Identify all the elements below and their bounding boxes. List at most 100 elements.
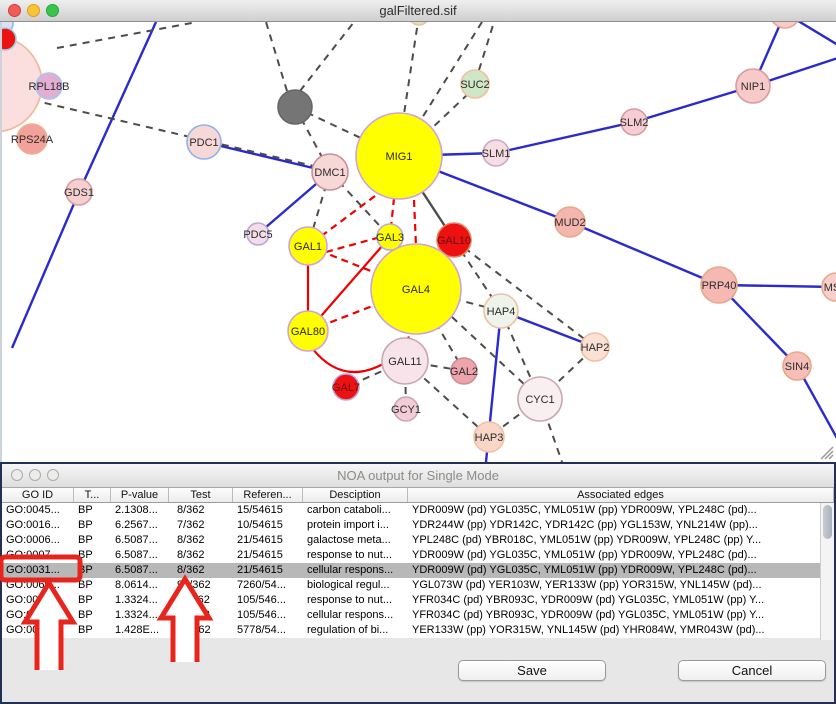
- node-label: GAL80: [291, 326, 325, 338]
- node-label: GAL3: [376, 232, 404, 244]
- column-header-test[interactable]: Test: [169, 488, 233, 502]
- column-header-description[interactable]: Desciption: [303, 488, 408, 502]
- table-row[interactable]: GO:0006...BP6.5087...8/36221/54615galact…: [2, 533, 820, 548]
- cell-description: response to nut...: [303, 548, 408, 563]
- node-unlabeled[interactable]: [2, 28, 16, 50]
- edge-pd[interactable]: [266, 22, 287, 91]
- edge-pp[interactable]: [12, 192, 79, 348]
- node-label: DMC1: [314, 167, 345, 179]
- cell-go-id: GO:0031...: [2, 608, 74, 623]
- cell-associated-edges: YGL073W (pd) YER103W, YER133W (pp) YOR31…: [408, 578, 820, 593]
- node-label: GDS1: [64, 187, 94, 199]
- node-label: PDC5: [243, 229, 272, 241]
- node-label: MUD2: [554, 217, 585, 229]
- cell-associated-edges: YDR009W (pd) YGL035C, YML051W (pp) YDR00…: [408, 503, 820, 518]
- edge-pd[interactable]: [57, 22, 197, 48]
- cell-reference: 10/54615: [233, 518, 303, 533]
- cell-associated-edges: YDR009W (pd) YGL035C, YML051W (pp) YDR00…: [408, 548, 820, 563]
- cell-test: 11/362: [169, 593, 233, 608]
- cell-associated-edges: YFR034C (pd) YBR093C, YDR009W (pd) YGL03…: [408, 593, 820, 608]
- cell-p-value: 1.3324...: [111, 608, 169, 623]
- edge-pd[interactable]: [300, 22, 354, 91]
- edge-pd[interactable]: [479, 22, 494, 70]
- edge-pd[interactable]: [32, 100, 314, 166]
- table-row[interactable]: GO:0031...BP1.3324...11/362105/546...cel…: [2, 608, 820, 623]
- cancel-button[interactable]: Cancel: [678, 660, 826, 681]
- cell-reference: 5778/54...: [233, 623, 303, 638]
- node-label: MSN: [824, 282, 836, 294]
- cell-description: cellular respons...: [303, 563, 408, 578]
- noa-titlebar[interactable]: NOA output for Single Mode: [2, 464, 834, 488]
- network-graph: RPL18BRPS24AGDS1PDC1DMC1MIG1SUC2SLM1SLM2…: [2, 22, 836, 462]
- node-unlabeled[interactable]: [278, 90, 312, 124]
- node-label: GAL10: [437, 235, 471, 247]
- cell-description: response to nut...: [303, 593, 408, 608]
- edge-pd[interactable]: [404, 22, 419, 114]
- edge-pp[interactable]: [634, 86, 753, 122]
- cell-go-id: GO:0031...: [2, 593, 74, 608]
- table-row[interactable]: GO:0031...BP6.5087...8/36221/54615cellul…: [2, 563, 820, 578]
- node-label: RPS24A: [11, 134, 54, 146]
- edge-red[interactable]: [312, 348, 383, 372]
- network-canvas[interactable]: RPL18BRPS24AGDS1PDC1DMC1MIG1SUC2SLM1SLM2…: [0, 22, 836, 462]
- table-row[interactable]: GO:0045...BP2.1308...8/36215/54615carbon…: [2, 503, 820, 518]
- node-label: GAL4: [402, 284, 430, 296]
- edge-red-dash[interactable]: [326, 238, 377, 252]
- node-unlabeled[interactable]: [409, 22, 429, 25]
- edge-pp[interactable]: [570, 222, 719, 285]
- cell-description: galactose meta...: [303, 533, 408, 548]
- cell-description: cellular respons...: [303, 608, 408, 623]
- resize-grip-icon[interactable]: [817, 443, 835, 461]
- scrollbar-thumb[interactable]: [823, 505, 832, 539]
- cell-reference: 105/546...: [233, 608, 303, 623]
- edge-pd[interactable]: [430, 94, 468, 130]
- network-window-titlebar[interactable]: galFiltered.sif: [0, 0, 836, 22]
- cell-test: 7/362: [169, 518, 233, 533]
- cell-p-value: 6.5087...: [111, 563, 169, 578]
- cell-reference: 105/546...: [233, 593, 303, 608]
- table-body: GO:0045...BP2.1308...8/36215/54615carbon…: [2, 503, 820, 638]
- save-button[interactable]: Save: [458, 660, 606, 681]
- cell-p-value: 1.3324...: [111, 593, 169, 608]
- column-header-go-id[interactable]: GO ID: [2, 488, 74, 502]
- edge-pd[interactable]: [454, 240, 595, 347]
- vertical-scrollbar[interactable]: [820, 503, 834, 640]
- table-row[interactable]: GO:0050...BP1.428E...80/3625778/54...reg…: [2, 623, 820, 638]
- cell-go-id: GO:0006...: [2, 533, 74, 548]
- edge-pp[interactable]: [204, 142, 330, 172]
- column-header-reference[interactable]: Referen...: [233, 488, 303, 502]
- cell-p-value: 6.2567...: [111, 518, 169, 533]
- noa-window-title: NOA output for Single Mode: [2, 468, 834, 483]
- table-row[interactable]: GO:0016...BP6.2567...7/36210/54615protei…: [2, 518, 820, 533]
- cell-associated-edges: YER133W (pp) YOR315W, YNL145W (pd) YHR08…: [408, 623, 820, 638]
- edge-red-dash[interactable]: [414, 200, 416, 246]
- cell-test: 80/362: [169, 623, 233, 638]
- noa-output-window: NOA output for Single Mode GO IDT...P-va…: [0, 462, 836, 704]
- cell-type: BP: [74, 593, 111, 608]
- cell-reference: 21/54615: [233, 548, 303, 563]
- cell-associated-edges: YPL248C (pd) YBR018C, YML051W (pp) YDR00…: [408, 533, 820, 548]
- node-label: PDC1: [189, 137, 218, 149]
- edge-pp[interactable]: [79, 22, 156, 192]
- cell-p-value: 8.0614...: [111, 578, 169, 593]
- node-label: SLM1: [482, 148, 511, 160]
- cell-type: BP: [74, 578, 111, 593]
- table-row[interactable]: GO:0031...BP1.3324...11/362105/546...res…: [2, 593, 820, 608]
- cell-type: BP: [74, 548, 111, 563]
- node-label: SUC2: [460, 79, 489, 91]
- node-unlabeled[interactable]: [770, 22, 800, 28]
- table-row[interactable]: GO:0065...BP8.0614...94/3627260/54...bio…: [2, 578, 820, 593]
- column-header-type[interactable]: T...: [74, 488, 111, 502]
- table-row[interactable]: GO:0007...BP6.5087...8/36221/54615respon…: [2, 548, 820, 563]
- cell-go-id: GO:0050...: [2, 623, 74, 638]
- edge-pp[interactable]: [496, 122, 634, 153]
- cell-p-value: 6.5087...: [111, 548, 169, 563]
- cell-test: 8/362: [169, 533, 233, 548]
- cell-description: biological regul...: [303, 578, 408, 593]
- column-header-p-value[interactable]: P-value: [111, 488, 169, 502]
- cell-test: 11/362: [169, 608, 233, 623]
- node-label: NIP1: [741, 81, 765, 93]
- cell-p-value: 2.1308...: [111, 503, 169, 518]
- column-header-associated-edges[interactable]: Associated edges: [408, 488, 834, 502]
- cell-associated-edges: YDR009W (pd) YGL035C, YML051W (pp) YDR00…: [408, 563, 820, 578]
